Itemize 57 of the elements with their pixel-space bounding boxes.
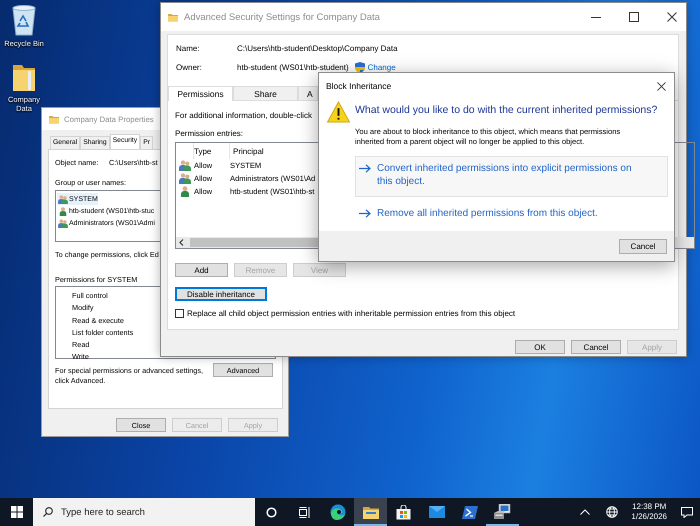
tab[interactable]: Share [233, 86, 298, 100]
folder-icon [49, 114, 59, 124]
field-value: htb-student (WS01\htb-student) [237, 63, 349, 72]
folder-icon [12, 62, 36, 92]
clock[interactable]: 12:38 PM 1/26/2026 [625, 502, 673, 522]
scroll-left-icon[interactable] [179, 239, 184, 246]
users-icon [179, 173, 191, 184]
browser-icon [330, 504, 346, 520]
task-view-icon [298, 506, 310, 518]
tab[interactable]: A [298, 86, 318, 100]
field-label: Owner: [176, 63, 203, 72]
scrollbar-thumb[interactable] [190, 238, 320, 247]
tab[interactable]: Permissions [168, 86, 233, 101]
terminal-icon [462, 506, 478, 518]
command-link[interactable]: Remove all inherited permissions from this object. [355, 197, 668, 227]
search-icon [43, 507, 53, 517]
users-icon [179, 160, 191, 171]
section-label: Permission entries: [175, 129, 244, 139]
dialog-title: Block Inheritance [326, 81, 392, 91]
recycle-bin-icon [11, 4, 37, 36]
circle-icon [266, 506, 277, 518]
users-icon [58, 218, 68, 228]
close-icon[interactable] [657, 82, 666, 90]
user-icon [180, 186, 190, 197]
field-label: Name: [176, 44, 201, 53]
warning-icon [327, 101, 350, 123]
cancel-button[interactable]: Cancel [619, 238, 667, 254]
dialog-button[interactable]: Cancel [571, 340, 621, 354]
table-action-button[interactable]: Add [175, 263, 228, 277]
users-icon [58, 194, 68, 204]
taskbar-button[interactable] [354, 498, 387, 526]
folder-icon [168, 12, 178, 22]
dialog-button[interactable]: OK [515, 340, 565, 354]
folder-icon [362, 506, 378, 518]
disable-inheritance-button[interactable]: Disable inheritance [175, 287, 267, 301]
field-value: C:\Users\htb-student\Desktop\Company Data [237, 44, 398, 53]
notification-icon[interactable] [680, 506, 692, 518]
chevron-up-icon[interactable] [580, 509, 590, 515]
globe-icon[interactable] [606, 506, 618, 518]
envelope-icon [428, 506, 444, 518]
change-link[interactable]: Change [368, 63, 396, 72]
column-header[interactable]: Type [194, 143, 230, 159]
window-title: Advanced Security Settings for Company Data [184, 12, 381, 22]
close-icon[interactable] [667, 12, 677, 22]
info-text: For additional information, double-click [175, 111, 312, 121]
user-icon [58, 206, 68, 216]
arrow-icon [359, 209, 371, 218]
command-link[interactable]: Convert inherited permissions into explicit permissions on this object. [355, 156, 668, 197]
checkbox[interactable] [175, 309, 184, 318]
maximize-icon[interactable] [629, 12, 639, 22]
checkbox-label: Replace all child object permission entries with inheritable permission entries from this object [187, 309, 516, 318]
dialog-heading: What would you like to do with the current inherited permissions? [355, 103, 658, 117]
server-icon [494, 504, 511, 520]
windows-icon [10, 506, 22, 518]
search-field[interactable]: Type here to search [33, 498, 255, 526]
shopping-bag-icon [396, 504, 411, 520]
arrow-icon [359, 164, 371, 173]
